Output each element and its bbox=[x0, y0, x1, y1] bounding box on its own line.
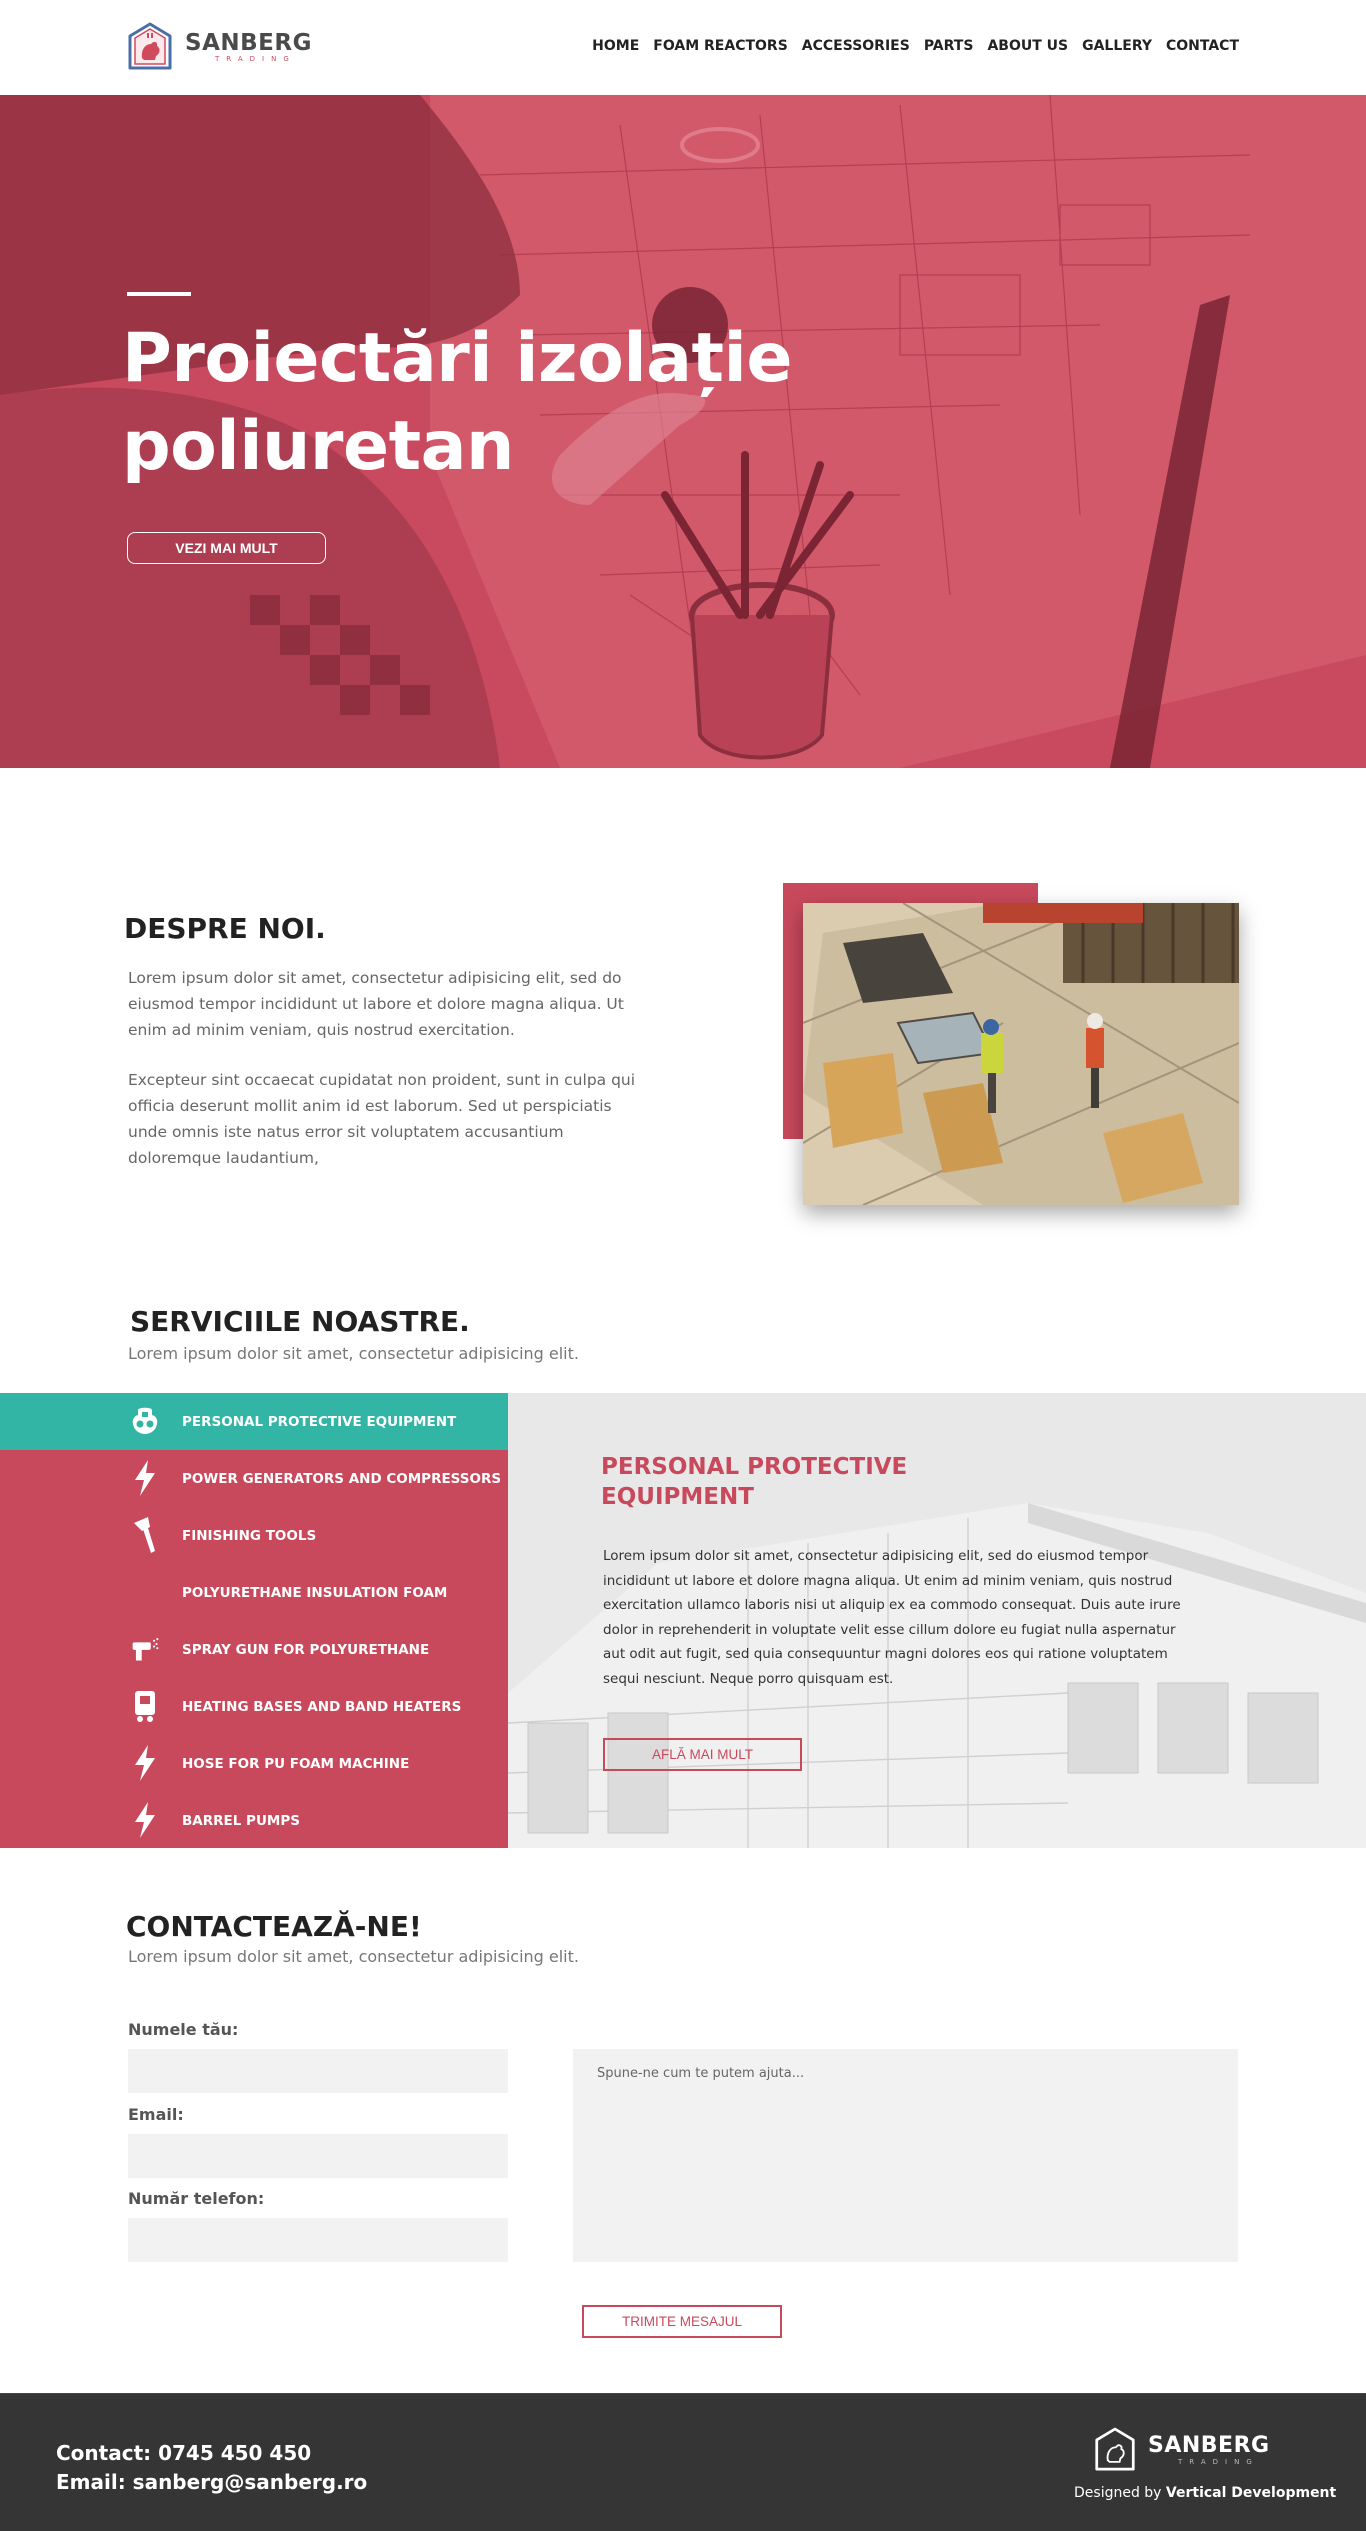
service-item-insulation-foam[interactable]: POLYURETHANE INSULATION FOAM bbox=[0, 1564, 508, 1621]
service-label: SPRAY GUN FOR POLYURETHANE bbox=[182, 1641, 430, 1658]
service-label: HOSE FOR PU FOAM MACHINE bbox=[182, 1755, 410, 1772]
hero-title: Proiectări izolație poliuretan bbox=[122, 319, 792, 486]
service-panel-text: Lorem ipsum dolor sit amet, consectetur … bbox=[603, 1548, 1181, 1687]
services-title: SERVICIILE NOASTRE. bbox=[130, 1305, 470, 1338]
hero-cta-button[interactable]: VEZI MAI MULT bbox=[127, 532, 326, 564]
contact-title: CONTACTEAZĂ-NE! bbox=[126, 1910, 422, 1943]
service-item-finishing-tools[interactable]: FINISHING TOOLS bbox=[0, 1507, 508, 1564]
service-item-barrel-pumps[interactable]: BARREL PUMPS bbox=[0, 1792, 508, 1849]
heater-icon bbox=[131, 1688, 159, 1724]
lightning-icon bbox=[131, 1745, 159, 1781]
brand-logo[interactable]: SANBERG TRADING bbox=[127, 22, 312, 72]
nav-contact[interactable]: CONTACT bbox=[1166, 38, 1239, 54]
name-label: Numele tău: bbox=[128, 2020, 239, 2039]
about-title: DESPRE NOI. bbox=[124, 912, 326, 945]
lightning-icon bbox=[131, 1802, 159, 1838]
services-subtitle: Lorem ipsum dolor sit amet, consectetur … bbox=[128, 1344, 579, 1363]
about-paragraph-2: Excepteur sint occaecat cupidatat non pr… bbox=[128, 1071, 636, 1167]
footer-email: Email: sanberg@sanberg.ro bbox=[56, 2470, 368, 2494]
service-label: FINISHING TOOLS bbox=[182, 1527, 317, 1544]
footer-brand-subtitle: TRADING bbox=[1178, 2458, 1259, 2466]
service-panel-title: PERSONAL PROTECTIVE EQUIPMENT bbox=[601, 1454, 908, 1510]
footer-phone: Contact: 0745 450 450 bbox=[56, 2441, 312, 2465]
nav-accessories[interactable]: ACCESSORIES bbox=[802, 38, 910, 54]
service-item-heating-bases[interactable]: HEATING BASES AND BAND HEATERS bbox=[0, 1678, 508, 1735]
designed-by-text: Designed by bbox=[1074, 2485, 1162, 2501]
mask-icon bbox=[131, 1403, 159, 1439]
about-paragraph-1: Lorem ipsum dolor sit amet, consectetur … bbox=[128, 969, 624, 1039]
tool-icon bbox=[131, 1517, 159, 1553]
nav-gallery[interactable]: GALLERY bbox=[1082, 38, 1152, 54]
service-label: HEATING BASES AND BAND HEATERS bbox=[182, 1698, 462, 1715]
service-item-ppe[interactable]: PERSONAL PROTECTIVE EQUIPMENT bbox=[0, 1393, 508, 1450]
brand-subtitle: TRADING bbox=[215, 55, 296, 63]
service-item-hose[interactable]: HOSE FOR PU FOAM MACHINE bbox=[0, 1735, 508, 1792]
designer-name[interactable]: Vertical Development bbox=[1166, 2485, 1336, 2501]
footer-logo[interactable]: SANBERG TRADING bbox=[1094, 2427, 1270, 2473]
nav-home[interactable]: HOME bbox=[592, 38, 639, 54]
service-label: PERSONAL PROTECTIVE EQUIPMENT bbox=[182, 1413, 457, 1430]
nav-about-us[interactable]: ABOUT US bbox=[987, 38, 1068, 54]
nav-parts[interactable]: PARTS bbox=[924, 38, 974, 54]
spray-gun-icon bbox=[131, 1631, 159, 1667]
phone-label: Număr telefon: bbox=[128, 2189, 265, 2208]
service-label: POWER GENERATORS AND COMPRESSORS bbox=[182, 1470, 502, 1487]
service-label: POLYURETHANE INSULATION FOAM bbox=[182, 1584, 448, 1601]
sanberg-logo-icon bbox=[1095, 2427, 1135, 2471]
service-item-spray-gun[interactable]: SPRAY GUN FOR POLYURETHANE bbox=[0, 1621, 508, 1678]
message-field[interactable] bbox=[573, 2049, 1238, 2262]
services-menu: PERSONAL PROTECTIVE EQUIPMENT POWER GENE… bbox=[0, 1393, 508, 1848]
name-field[interactable] bbox=[128, 2049, 508, 2093]
phone-field[interactable] bbox=[128, 2218, 508, 2262]
construction-site-image bbox=[803, 903, 1239, 1205]
hero-banner: Proiectări izolație poliuretan VEZI MAI … bbox=[0, 95, 1366, 768]
nav-foam-reactors[interactable]: FOAM REACTORS bbox=[653, 38, 788, 54]
contact-subtitle: Lorem ipsum dolor sit amet, consectetur … bbox=[128, 1947, 579, 1966]
designer-credit: Designed by Vertical Development bbox=[1074, 2485, 1336, 2501]
footer-brand-name: SANBERG bbox=[1148, 2433, 1270, 2458]
learn-more-button[interactable]: AFLĂ MAI MULT bbox=[603, 1738, 802, 1771]
about-photo bbox=[803, 903, 1239, 1205]
email-field[interactable] bbox=[128, 2134, 508, 2178]
sanberg-logo-icon bbox=[128, 22, 172, 70]
lightning-icon bbox=[131, 1460, 159, 1496]
main-nav: HOME FOAM REACTORS ACCESSORIES PARTS ABO… bbox=[592, 38, 1239, 54]
email-label: Email: bbox=[128, 2105, 184, 2124]
site-header: SANBERG TRADING HOME FOAM REACTORS ACCES… bbox=[0, 0, 1366, 95]
brand-name: SANBERG bbox=[185, 30, 312, 56]
service-item-generators[interactable]: POWER GENERATORS AND COMPRESSORS bbox=[0, 1450, 508, 1507]
hero-accent-line bbox=[127, 292, 191, 296]
send-message-button[interactable]: TRIMITE MESAJUL bbox=[582, 2305, 782, 2338]
service-label: BARREL PUMPS bbox=[182, 1812, 300, 1829]
